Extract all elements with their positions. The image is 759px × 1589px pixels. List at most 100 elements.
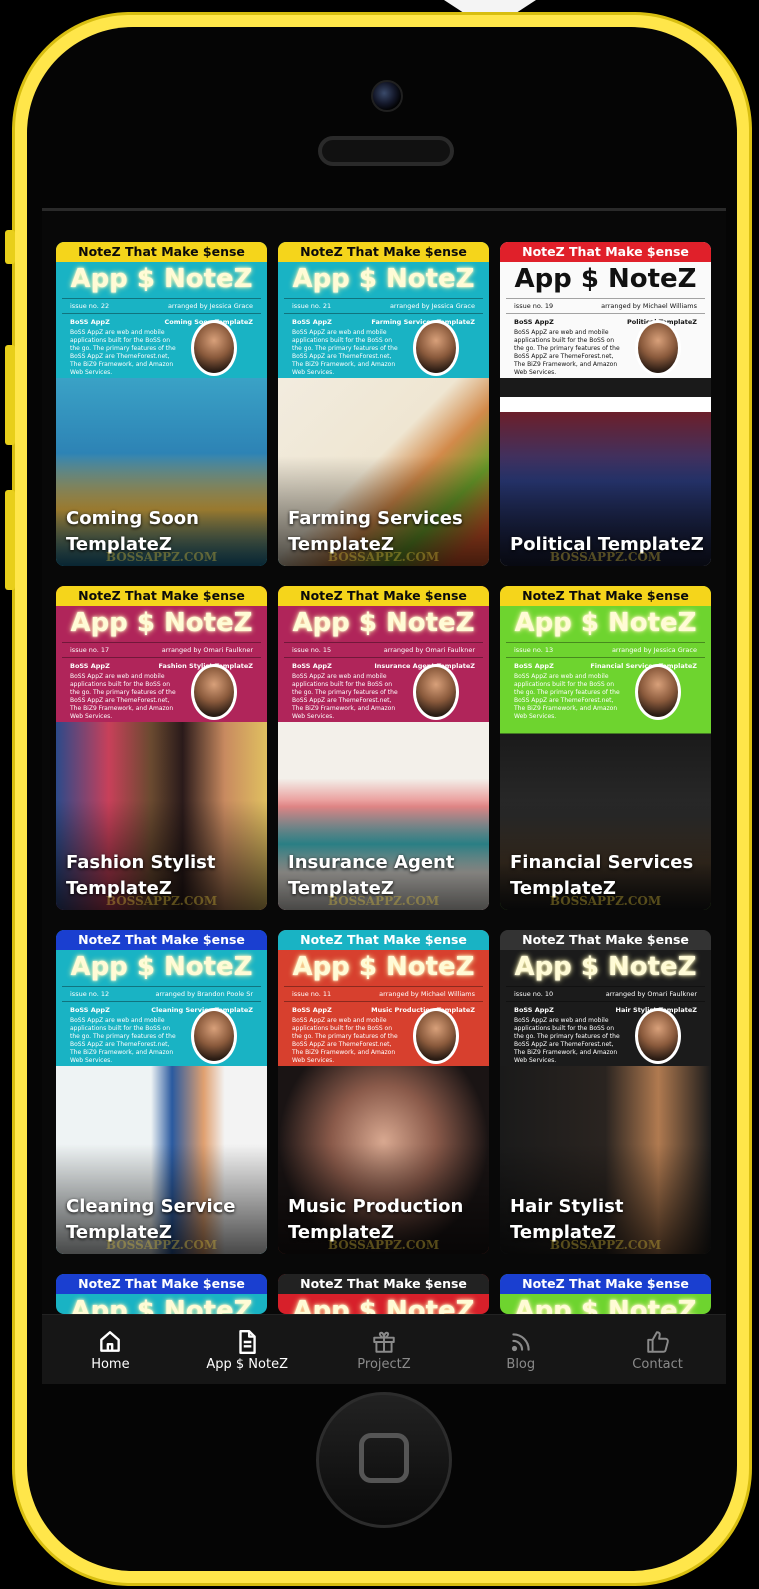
author: arranged by Michael Williams <box>601 302 697 310</box>
tab-label: Blog <box>506 1356 536 1372</box>
card-meta: issue no. 10 arranged by Omari Faulkner <box>506 986 705 1002</box>
watermark: BOSSAPPZ.COM <box>327 894 440 908</box>
card-title: App $ NoteZ <box>514 1296 697 1314</box>
brand: BoSS AppZ <box>70 1006 110 1014</box>
home-icon <box>100 1330 121 1352</box>
card-description: BoSS AppZ are web and mobile application… <box>514 329 620 376</box>
author: arranged by Jessica Grace <box>611 646 697 654</box>
author: arranged by Brandon Poole Sr <box>155 990 253 998</box>
card-meta: issue no. 15 arranged by Omari Faulkner <box>284 642 483 658</box>
card-meta: issue no. 21 arranged by Jessica Grace <box>284 298 483 314</box>
rss-icon <box>511 1332 530 1351</box>
card-title: App $ NoteZ <box>292 1296 475 1314</box>
card-sub: BoSS AppZ Music Production TemplateZ <box>278 1002 489 1014</box>
volume-up-button <box>5 345 15 445</box>
card-meta: issue no. 12 arranged by Brandon Poole Sr <box>62 986 261 1002</box>
brand: BoSS AppZ <box>514 1006 554 1014</box>
card-band: NoteZ That Make $ense <box>278 242 489 262</box>
author-avatar <box>191 1008 237 1064</box>
author-avatar <box>635 1008 681 1064</box>
card-description: BoSS AppZ are web and mobile application… <box>70 1017 176 1064</box>
tab-projectz[interactable]: ProjectZ <box>316 1315 453 1384</box>
template-card-partial[interactable]: NoteZ That Make $ense App $ NoteZ <box>56 1274 267 1314</box>
author-avatar <box>635 320 681 376</box>
bottom-tab-bar: Home App $ NoteZ ProjectZ Blog Contact <box>42 1314 726 1384</box>
card-sub: BoSS AppZ Farming Services TemplateZ <box>278 314 489 326</box>
issue-number: issue no. 11 <box>292 990 332 998</box>
template-card[interactable]: NoteZ That Make $ense App $ NoteZ issue … <box>500 930 711 1254</box>
tab-home[interactable]: Home <box>42 1315 179 1384</box>
template-card[interactable]: NoteZ That Make $ense App $ NoteZ issue … <box>500 586 711 910</box>
issue-number: issue no. 17 <box>70 646 110 654</box>
issue-number: issue no. 15 <box>292 646 332 654</box>
template-card-partial[interactable]: NoteZ That Make $ense App $ NoteZ <box>500 1274 711 1314</box>
author: arranged by Jessica Grace <box>389 302 475 310</box>
card-sub: BoSS AppZ Insurance Agent TemplateZ <box>278 658 489 670</box>
author: arranged by Omari Faulkner <box>605 990 697 998</box>
gift-icon <box>373 1331 395 1353</box>
card-title: App $ NoteZ <box>514 264 697 294</box>
silent-switch <box>5 230 15 264</box>
card-meta: issue no. 13 arranged by Jessica Grace <box>506 642 705 658</box>
card-sub: BoSS AppZComing Soon TemplateZ <box>56 314 267 326</box>
front-camera <box>371 80 403 112</box>
card-description: BoSS AppZ are web and mobile application… <box>70 673 176 720</box>
card-band: NoteZ That Make $ense <box>56 930 267 950</box>
home-button[interactable] <box>316 1392 452 1528</box>
card-sub: BoSS AppZ Hair Stylist TemplateZ <box>500 1002 711 1014</box>
issue-number: issue no. 19 <box>514 302 554 310</box>
card-title: App $ NoteZ <box>514 608 697 638</box>
card-description: BoSS AppZ are web and mobile application… <box>292 1017 398 1064</box>
card-description: BoSS AppZ are web and mobile application… <box>292 329 398 376</box>
card-sub: BoSS AppZ Cleaning Service TemplateZ <box>56 1002 267 1014</box>
watermark: BOSSAPPZ.COM <box>549 1238 662 1252</box>
card-title: App $ NoteZ <box>70 952 253 982</box>
tab-label: Contact <box>632 1356 683 1372</box>
issue-number: issue no. 13 <box>514 646 554 654</box>
card-band: NoteZ That Make $ense <box>278 930 489 950</box>
issue-number: issue no. 22 <box>70 302 110 310</box>
template-card[interactable]: NoteZ That Make $ense App $ NoteZ issue … <box>56 930 267 1254</box>
card-title: App $ NoteZ <box>292 952 475 982</box>
tab-contact[interactable]: Contact <box>589 1315 726 1384</box>
tab-app-notez[interactable]: App $ NoteZ <box>179 1315 316 1384</box>
brand: BoSS AppZ <box>292 1006 332 1014</box>
tab-label: Home <box>91 1356 130 1372</box>
earpiece-speaker <box>318 136 454 166</box>
template-card[interactable]: NoteZ That Make $ense App $ NoteZ issue … <box>278 586 489 910</box>
card-sub: BoSS AppZ Fashion Stylist TemplateZ <box>56 658 267 670</box>
template-card[interactable]: NoteZ That Make $ense App $ NoteZ issue … <box>278 930 489 1254</box>
document-icon <box>239 1329 256 1354</box>
template-card[interactable]: NoteZ That Make $ense App $ NoteZ issue … <box>56 242 267 566</box>
card-title: App $ NoteZ <box>292 264 475 294</box>
card-band: NoteZ That Make $ense <box>56 1274 267 1294</box>
author-avatar <box>191 664 237 720</box>
author-avatar <box>635 664 681 720</box>
brand: BoSS AppZ <box>292 318 332 326</box>
template-card[interactable]: NoteZ That Make $ense App $ NoteZ issue … <box>278 242 489 566</box>
card-meta: issue no. 17 arranged by Omari Faulkner <box>62 642 261 658</box>
template-card[interactable]: NoteZ That Make $ense App $ NoteZ issue … <box>56 586 267 910</box>
template-card-partial[interactable]: NoteZ That Make $ense App $ NoteZ <box>278 1274 489 1314</box>
watermark: BOSSAPPZ.COM <box>549 550 662 564</box>
watermark: BOSSAPPZ.COM <box>105 1238 218 1252</box>
card-band: NoteZ That Make $ense <box>56 242 267 262</box>
card-title: App $ NoteZ <box>70 608 253 638</box>
author-avatar <box>413 320 459 376</box>
author-avatar <box>191 320 237 376</box>
card-sub: BoSS AppZ Financial Services TemplateZ <box>500 658 711 670</box>
watermark: BOSSAPPZ.COM <box>327 550 440 564</box>
card-description: BoSS AppZ are web and mobile application… <box>292 673 398 720</box>
author-avatar <box>413 1008 459 1064</box>
brand: BoSS AppZ <box>292 662 332 670</box>
watermark: BOSSAPPZ.COM <box>105 894 218 908</box>
phone-screen: NoteZ That Make $ense App $ NoteZ issue … <box>42 208 726 1384</box>
card-description: BoSS AppZ are web and mobile application… <box>70 329 176 376</box>
issue-number: issue no. 10 <box>514 990 554 998</box>
author: arranged by Jessica Grace <box>167 302 253 310</box>
template-card[interactable]: NoteZ That Make $ense App $ NoteZ issue … <box>500 242 711 566</box>
issue-number: issue no. 21 <box>292 302 332 310</box>
card-description: BoSS AppZ are web and mobile application… <box>514 673 620 720</box>
card-meta: issue no. 11 arranged by Michael Williams <box>284 986 483 1002</box>
tab-blog[interactable]: Blog <box>452 1315 589 1384</box>
